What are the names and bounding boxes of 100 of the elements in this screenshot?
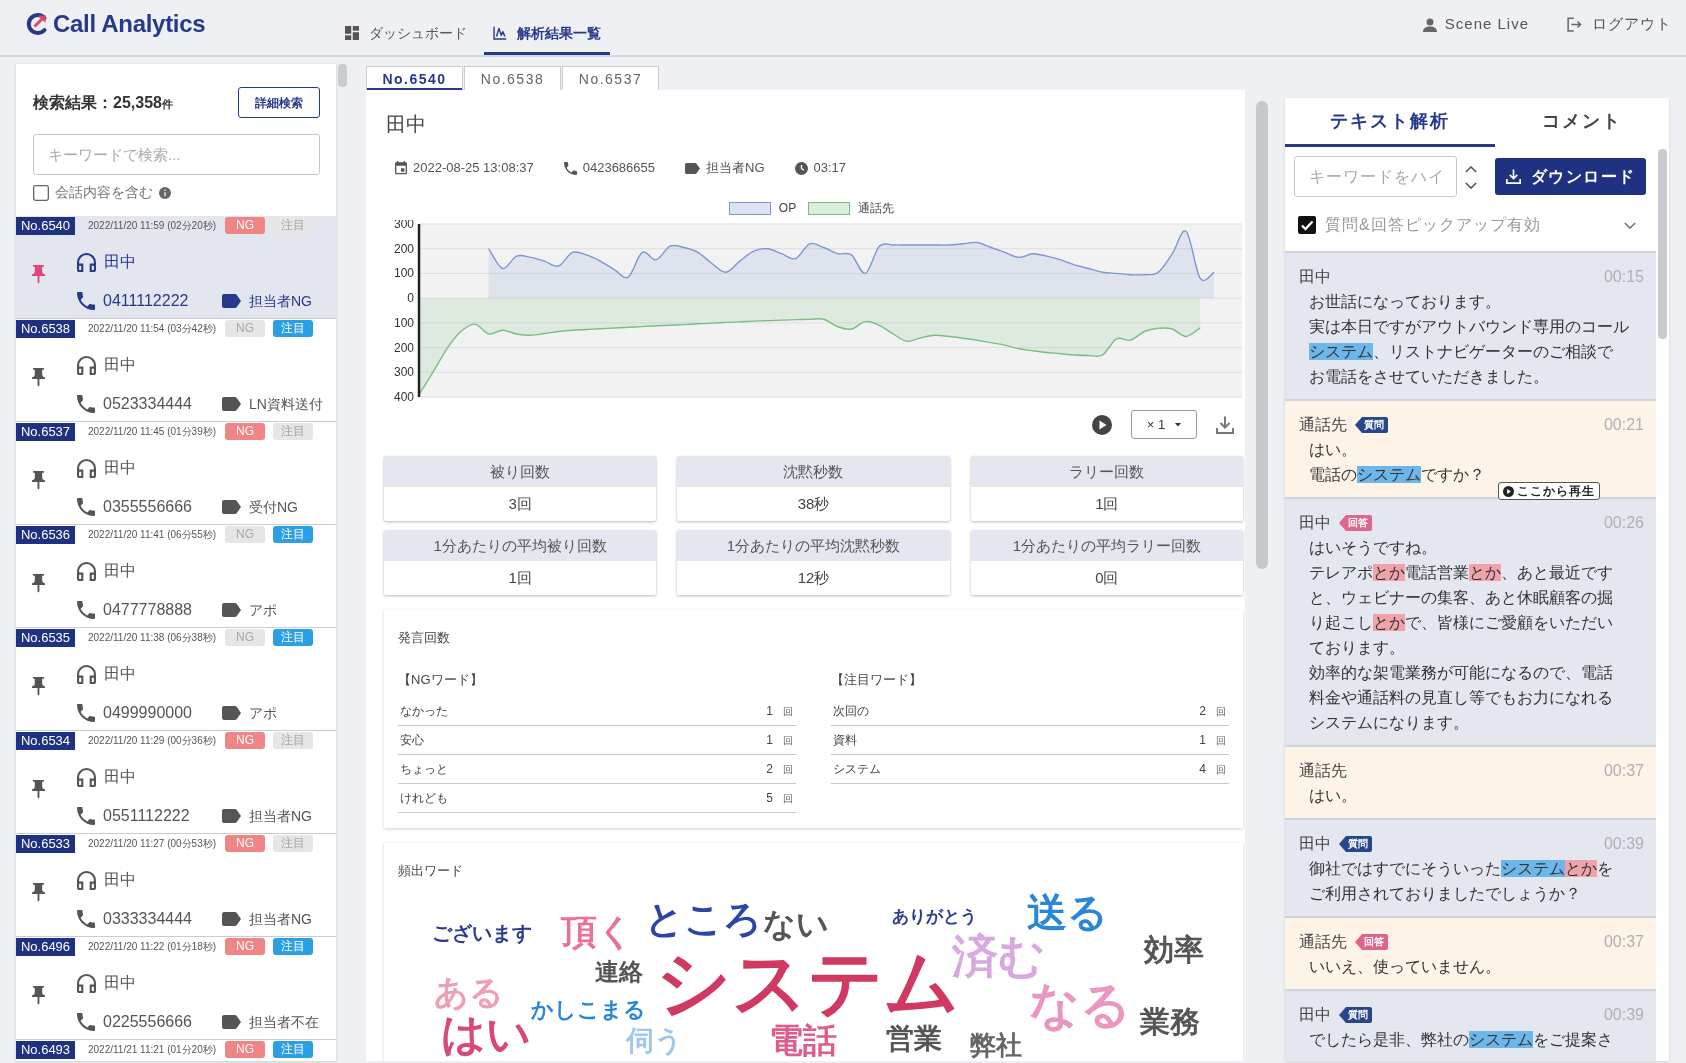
headset-icon	[77, 355, 96, 375]
legend-swatch	[808, 201, 851, 215]
phone-icon	[77, 807, 95, 825]
speaker-name: 田中	[1299, 834, 1331, 854]
cloud-word: 弊社	[970, 1032, 1022, 1058]
play-icon[interactable]	[1092, 414, 1112, 435]
scrollbar[interactable]	[338, 64, 347, 87]
record-tab[interactable]: No.6540	[366, 66, 463, 90]
call-list-item[interactable]: No.6535 2022/11/20 11:38 (06分38秒) NG 注目 田中 0499990000 アポ	[16, 628, 336, 731]
chevron-down-icon[interactable]	[1624, 221, 1636, 229]
y-tick-label: 100	[393, 266, 414, 281]
play-from-here-button[interactable]: ここから再生	[1498, 482, 1600, 500]
call-list-item[interactable]: No.6533 2022/11/20 11:27 (00分53秒) NG 注目 田中 0333334444 担当者NG	[16, 834, 336, 937]
y-tick-label: 0	[407, 291, 414, 306]
search-field[interactable]: キーワードで検索...	[33, 134, 320, 175]
utterance-text: でしたら是非、弊社のシステムをご提案さ	[1309, 1030, 1614, 1050]
call-list-item[interactable]: No.6496 2022/11/20 11:22 (01分18秒) NG 注目 田中 0225556666 担当者不在	[16, 937, 336, 1040]
pin-icon[interactable]	[32, 883, 45, 902]
utterance-text: はいそうですね。 テレアポ とか電話営業 とか、あと最近です と、ウェビナーの集客、あと休眠顧客の掘 り起こし とかで、皆様にご愛顧をいただい ております。 効率的な架電業務が可能になるので、電話 料金や通話料の見直し等でもお力になれる システムになります。	[1309, 538, 1614, 733]
call-tag: 担当者NG	[249, 290, 312, 312]
info-icon	[159, 186, 171, 199]
caret-icon	[1175, 422, 1182, 427]
cloud-word: ある	[434, 975, 504, 1009]
pin-icon[interactable]	[32, 265, 45, 284]
pin-icon[interactable]	[32, 677, 45, 696]
speed-select[interactable]: × 1	[1131, 410, 1197, 439]
headset-icon	[77, 870, 96, 890]
call-list-item[interactable]: No.6534 2022/11/20 11:29 (00分36秒) NG 注目 田中 0551112222 担当者NG	[16, 731, 336, 834]
word-label: 次回の	[833, 703, 869, 720]
cloud-word: 伺う	[626, 1027, 683, 1055]
answer-tag: 回答	[1339, 515, 1372, 531]
count-unit: 回	[783, 733, 793, 748]
download-icon[interactable]	[1216, 415, 1234, 434]
question-tag: 質問	[1339, 1007, 1372, 1023]
pin-icon[interactable]	[32, 986, 45, 1005]
call-number: No.6496	[16, 937, 75, 956]
stat-label: 1分あたりの平均沈黙秒数	[677, 530, 950, 561]
call-datetime: 2022/11/20 11:54 (03分42秒)	[88, 322, 217, 336]
attention-badge: 注目	[273, 320, 313, 337]
call-date: 2022-08-25 13:08:37	[413, 159, 534, 178]
ng-badge: NG	[225, 629, 265, 646]
stat-label: 被り回数	[384, 456, 657, 487]
stat-label: 沈黙秒数	[677, 456, 950, 487]
record-tab[interactable]: No.6538	[464, 66, 561, 90]
stat-label: ラリー回数	[970, 456, 1243, 487]
y-tick-label: 400	[393, 390, 414, 404]
call-list-item[interactable]: No.6536 2022/11/20 11:41 (06分55秒) NG 注目 田中 0477778888 アポ	[16, 525, 336, 628]
call-tag: 受付NG	[249, 496, 298, 518]
nav-tab[interactable]: ダッシュボード	[336, 0, 477, 55]
highlight-field[interactable]: キーワードをハイ	[1294, 156, 1457, 197]
logout-link[interactable]: ログアウト	[1567, 13, 1672, 36]
app-logo-text: Call Analytics	[53, 8, 206, 39]
call-list-item[interactable]: No.6538 2022/11/20 11:54 (03分42秒) NG 注目 田中 0523334444 LN資料送付	[16, 319, 336, 422]
attention-badge: 注目	[273, 835, 313, 852]
scrollbar[interactable]	[1256, 101, 1268, 569]
pin-icon[interactable]	[32, 574, 45, 593]
cloud-word: ありがとう	[892, 908, 977, 925]
panel-tab[interactable]: テキスト解析	[1285, 98, 1495, 147]
checkbox-label: 会話内容を含む	[55, 183, 153, 202]
y-tick-label: 200	[393, 241, 414, 256]
call-datetime: 2022/11/20 11:45 (01分39秒)	[88, 425, 217, 439]
pin-icon[interactable]	[32, 780, 45, 799]
line-chart-icon	[493, 26, 508, 40]
answer-tag: 回答	[1355, 934, 1388, 950]
headset-icon	[77, 252, 96, 272]
download-button[interactable]: ダウンロード	[1495, 158, 1646, 195]
section-title: 発言回数	[398, 629, 451, 647]
question-tag: 質問	[1339, 836, 1372, 852]
call-list-item[interactable]: No.6537 2022/11/20 11:45 (01分39秒) NG 注目 田中 0355556666 受付NG	[16, 422, 336, 525]
cloud-word: 連絡	[595, 960, 643, 984]
call-list-item[interactable]: No.6540 2022/11/20 11:59 (02分20秒) NG 注目 田中 0411112222 担当者NG	[16, 216, 336, 319]
count-unit: 回	[1216, 733, 1226, 748]
panel-tab[interactable]: コメント	[1495, 98, 1669, 147]
stat-value: 3回	[507, 494, 533, 514]
play-icon	[1503, 485, 1514, 497]
chevron-down-icon[interactable]	[1465, 182, 1477, 189]
nav-tab[interactable]: 解析結果一覧	[484, 0, 611, 55]
pin-icon[interactable]	[32, 471, 45, 490]
pin-icon[interactable]	[32, 368, 45, 387]
scrollbar[interactable]	[1658, 149, 1667, 339]
tag-icon	[685, 162, 701, 174]
checkbox[interactable]	[33, 184, 49, 201]
chevron-up-icon[interactable]	[1465, 166, 1477, 173]
speaker-name: 田中	[1299, 1005, 1331, 1025]
call-list-item[interactable]: No.6493 2022/11/21 11:21 (01分20秒) NG 注目	[16, 1040, 336, 1061]
caller-name: 田中	[104, 252, 136, 272]
utterance-text: 御社ではすでにそういったシステム とかを ご利用されておりましたでしょうか？	[1309, 859, 1614, 904]
tag-icon	[222, 603, 241, 617]
record-tab[interactable]: No.6537	[562, 66, 659, 90]
attention-badge: 注目	[273, 938, 313, 955]
call-datetime: 2022/11/20 11:22 (01分18秒)	[88, 940, 217, 954]
timestamp: 00:37	[1603, 932, 1644, 952]
user-name: Scene Live	[1444, 14, 1529, 35]
checkbox[interactable]	[1298, 216, 1316, 234]
speaker-name: 田中	[1299, 513, 1331, 533]
cloud-word: ない	[763, 908, 829, 940]
call-datetime: 2022/11/20 11:29 (00分36秒)	[88, 734, 217, 748]
phone-icon	[77, 292, 95, 310]
phone-number: 0411112222	[103, 291, 189, 311]
detail-search-button[interactable]: 詳細検索	[238, 87, 320, 118]
